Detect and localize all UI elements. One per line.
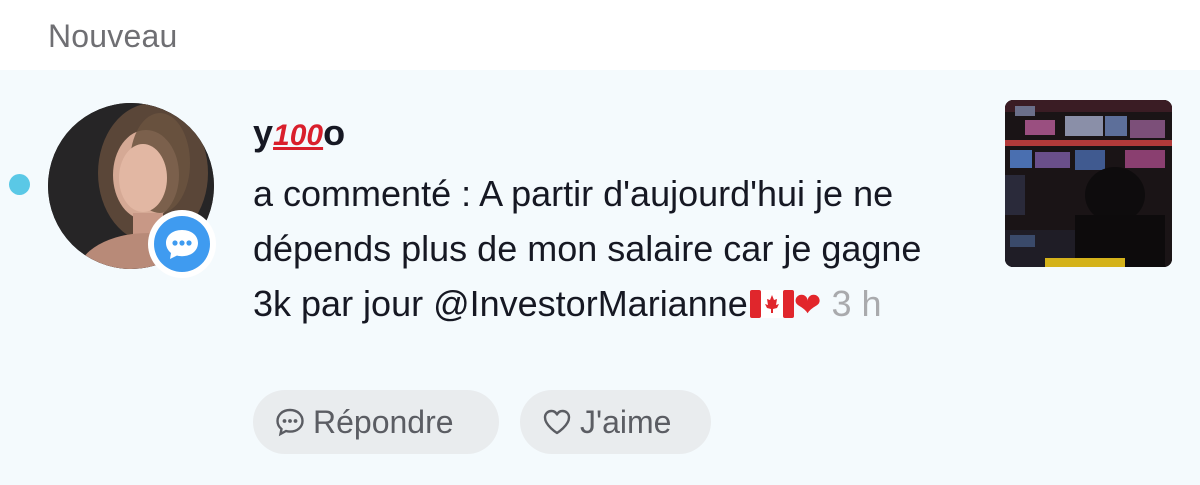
reply-button[interactable]: Répondre	[253, 390, 499, 454]
heart-outline-icon	[543, 409, 571, 435]
timestamp: 3 h	[831, 283, 882, 324]
section-title: Nouveau	[48, 18, 178, 54]
video-thumbnail[interactable]	[1005, 100, 1172, 267]
canada-flag-icon	[749, 280, 794, 335]
reply-bubble-icon	[276, 408, 304, 437]
red-heart-icon: ❤	[793, 286, 822, 323]
comment-text: a commenté : A partir d'aujourd'hui je n…	[253, 166, 953, 335]
comment-bubble-icon	[166, 230, 198, 259]
like-button[interactable]: J'aime	[520, 390, 711, 454]
comment-badge	[148, 210, 216, 278]
reply-label: Répondre	[313, 403, 454, 440]
like-label: J'aime	[580, 403, 672, 440]
hundred-emoji-icon: 100	[273, 119, 324, 152]
username[interactable]: y100o	[253, 112, 345, 154]
unread-indicator	[9, 174, 30, 195]
